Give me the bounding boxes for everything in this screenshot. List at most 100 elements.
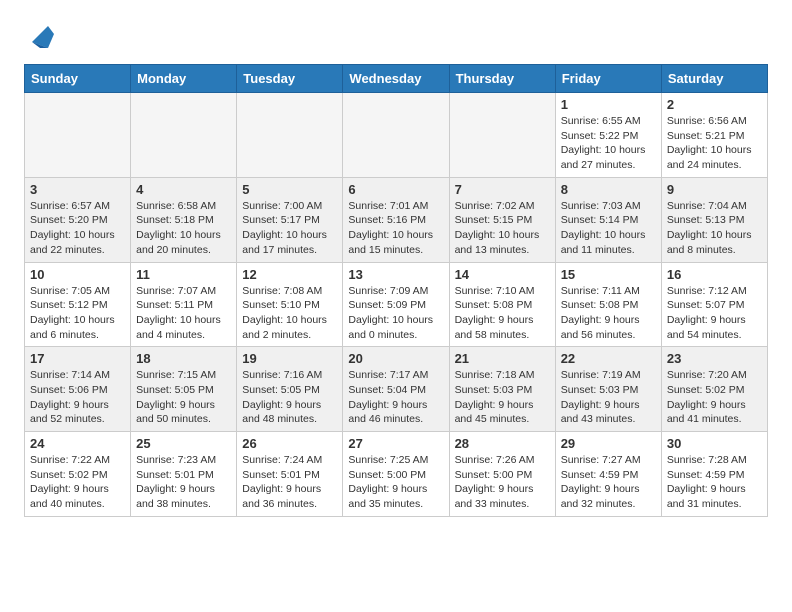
logo [24,20,54,48]
day-info: Sunrise: 6:58 AMSunset: 5:18 PMDaylight:… [136,199,231,258]
day-info: Sunrise: 7:08 AMSunset: 5:10 PMDaylight:… [242,284,337,343]
day-number: 11 [136,267,231,282]
calendar-day-cell: 6Sunrise: 7:01 AMSunset: 5:16 PMDaylight… [343,177,449,262]
day-number: 3 [30,182,125,197]
calendar-day-cell: 4 Sunrise: 6:58 AMSunset: 5:18 PMDaylight… [131,177,237,262]
day-info: Sunrise: 7:22 AMSunset: 5:02 PMDaylight:… [30,453,125,512]
calendar-day-cell: 3 Sunrise: 6:57 AMSunset: 5:20 PMDaylight… [25,177,131,262]
day-number: 9 [667,182,762,197]
day-info: Sunrise: 7:11 AMSunset: 5:08 PMDaylight:… [561,284,656,343]
day-info: Sunrise: 7:19 AMSunset: 5:03 PMDaylight:… [561,368,656,427]
calendar-day-header: Saturday [661,65,767,93]
calendar-day-cell [343,93,449,178]
day-info: Sunrise: 7:23 AMSunset: 5:01 PMDaylight:… [136,453,231,512]
day-number: 16 [667,267,762,282]
calendar-day-cell: 7 Sunrise: 7:02 AMSunset: 5:15 PMDaylight… [449,177,555,262]
calendar-day-header: Monday [131,65,237,93]
day-info: Sunrise: 7:16 AMSunset: 5:05 PMDaylight:… [242,368,337,427]
calendar-week-row: 17 Sunrise: 7:14 AMSunset: 5:06 PMDayligh… [25,347,768,432]
calendar: SundayMondayTuesdayWednesdayThursdayFrid… [24,64,768,517]
calendar-day-header: Sunday [25,65,131,93]
day-number: 29 [561,436,656,451]
day-number: 8 [561,182,656,197]
calendar-day-cell: 22 Sunrise: 7:19 AMSunset: 5:03 PMDayligh… [555,347,661,432]
calendar-day-cell: 16 Sunrise: 7:12 AMSunset: 5:07 PMDayligh… [661,262,767,347]
page: SundayMondayTuesdayWednesdayThursdayFrid… [0,0,792,533]
day-number: 26 [242,436,337,451]
day-number: 21 [455,351,550,366]
calendar-day-cell [25,93,131,178]
day-number: 27 [348,436,443,451]
calendar-day-cell: 14 Sunrise: 7:10 AMSunset: 5:08 PMDayligh… [449,262,555,347]
day-number: 10 [30,267,125,282]
calendar-day-cell [237,93,343,178]
calendar-day-cell [449,93,555,178]
calendar-day-cell: 11Sunrise: 7:07 AMSunset: 5:11 PMDayligh… [131,262,237,347]
day-info: Sunrise: 7:20 AMSunset: 5:02 PMDaylight:… [667,368,762,427]
calendar-day-cell: 26 Sunrise: 7:24 AMSunset: 5:01 PMDayligh… [237,432,343,517]
calendar-day-cell: 27 Sunrise: 7:25 AMSunset: 5:00 PMDayligh… [343,432,449,517]
day-number: 28 [455,436,550,451]
calendar-day-cell: 12 Sunrise: 7:08 AMSunset: 5:10 PMDayligh… [237,262,343,347]
day-info: Sunrise: 7:14 AMSunset: 5:06 PMDaylight:… [30,368,125,427]
calendar-day-cell: 17 Sunrise: 7:14 AMSunset: 5:06 PMDayligh… [25,347,131,432]
calendar-header-row: SundayMondayTuesdayWednesdayThursdayFrid… [25,65,768,93]
day-number: 15 [561,267,656,282]
day-number: 17 [30,351,125,366]
day-number: 4 [136,182,231,197]
calendar-day-cell: 10Sunrise: 7:05 AMSunset: 5:12 PMDayligh… [25,262,131,347]
day-number: 30 [667,436,762,451]
calendar-week-row: 3 Sunrise: 6:57 AMSunset: 5:20 PMDaylight… [25,177,768,262]
day-info: Sunrise: 7:24 AMSunset: 5:01 PMDaylight:… [242,453,337,512]
day-number: 18 [136,351,231,366]
day-number: 20 [348,351,443,366]
calendar-day-cell: 29 Sunrise: 7:27 AMSunset: 4:59 PMDayligh… [555,432,661,517]
day-info: Sunrise: 7:02 AMSunset: 5:15 PMDaylight:… [455,199,550,258]
day-number: 1 [561,97,656,112]
day-number: 7 [455,182,550,197]
day-info: Sunrise: 7:04 AMSunset: 5:13 PMDaylight:… [667,199,762,258]
calendar-day-cell: 13Sunrise: 7:09 AMSunset: 5:09 PMDayligh… [343,262,449,347]
day-info: Sunrise: 6:57 AMSunset: 5:20 PMDaylight:… [30,199,125,258]
calendar-day-cell: 21 Sunrise: 7:18 AMSunset: 5:03 PMDayligh… [449,347,555,432]
day-info: Sunrise: 7:26 AMSunset: 5:00 PMDaylight:… [455,453,550,512]
day-info: Sunrise: 7:17 AMSunset: 5:04 PMDaylight:… [348,368,443,427]
day-number: 14 [455,267,550,282]
day-number: 5 [242,182,337,197]
day-number: 12 [242,267,337,282]
day-number: 22 [561,351,656,366]
day-number: 23 [667,351,762,366]
day-number: 24 [30,436,125,451]
day-info: Sunrise: 7:15 AMSunset: 5:05 PMDaylight:… [136,368,231,427]
calendar-day-cell: 18 Sunrise: 7:15 AMSunset: 5:05 PMDayligh… [131,347,237,432]
calendar-day-cell: 8Sunrise: 7:03 AMSunset: 5:14 PMDaylight… [555,177,661,262]
day-info: Sunrise: 7:27 AMSunset: 4:59 PMDaylight:… [561,453,656,512]
calendar-day-cell: 20 Sunrise: 7:17 AMSunset: 5:04 PMDayligh… [343,347,449,432]
calendar-day-cell: 25Sunrise: 7:23 AMSunset: 5:01 PMDayligh… [131,432,237,517]
calendar-day-cell: 24 Sunrise: 7:22 AMSunset: 5:02 PMDayligh… [25,432,131,517]
calendar-week-row: 1 Sunrise: 6:55 AMSunset: 5:22 PMDaylight… [25,93,768,178]
calendar-day-cell: 19 Sunrise: 7:16 AMSunset: 5:05 PMDayligh… [237,347,343,432]
day-info: Sunrise: 7:01 AMSunset: 5:16 PMDaylight:… [348,199,443,258]
header [24,20,768,48]
calendar-week-row: 24 Sunrise: 7:22 AMSunset: 5:02 PMDayligh… [25,432,768,517]
day-info: Sunrise: 7:18 AMSunset: 5:03 PMDaylight:… [455,368,550,427]
calendar-day-cell: 5 Sunrise: 7:00 AMSunset: 5:17 PMDaylight… [237,177,343,262]
calendar-day-cell: 30 Sunrise: 7:28 AMSunset: 4:59 PMDayligh… [661,432,767,517]
day-info: Sunrise: 7:10 AMSunset: 5:08 PMDaylight:… [455,284,550,343]
calendar-day-cell: 2Sunrise: 6:56 AMSunset: 5:21 PMDaylight… [661,93,767,178]
day-number: 2 [667,97,762,112]
calendar-week-row: 10Sunrise: 7:05 AMSunset: 5:12 PMDayligh… [25,262,768,347]
calendar-day-cell: 9 Sunrise: 7:04 AMSunset: 5:13 PMDaylight… [661,177,767,262]
day-number: 19 [242,351,337,366]
day-info: Sunrise: 7:00 AMSunset: 5:17 PMDaylight:… [242,199,337,258]
day-info: Sunrise: 7:28 AMSunset: 4:59 PMDaylight:… [667,453,762,512]
day-info: Sunrise: 7:25 AMSunset: 5:00 PMDaylight:… [348,453,443,512]
logo-icon [26,20,54,48]
day-info: Sunrise: 6:55 AMSunset: 5:22 PMDaylight:… [561,114,656,173]
day-info: Sunrise: 7:12 AMSunset: 5:07 PMDaylight:… [667,284,762,343]
calendar-day-header: Thursday [449,65,555,93]
day-info: Sunrise: 7:09 AMSunset: 5:09 PMDaylight:… [348,284,443,343]
calendar-day-header: Tuesday [237,65,343,93]
calendar-day-cell: 1 Sunrise: 6:55 AMSunset: 5:22 PMDaylight… [555,93,661,178]
